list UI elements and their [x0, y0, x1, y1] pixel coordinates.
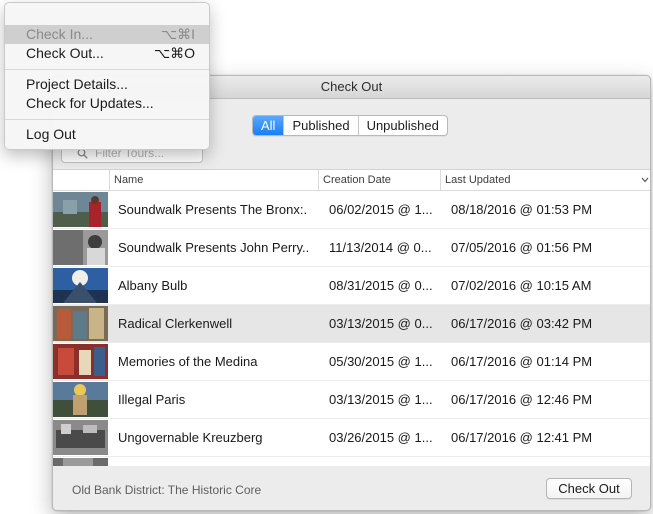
- menu-item-project-details[interactable]: Project Details...: [5, 75, 209, 94]
- menu-separator: [5, 119, 209, 120]
- publish-filter-control: All Published Unpublished: [252, 115, 448, 136]
- table-row[interactable]: Illegal Paris 03/13/2015 @ 1... 06/17/20…: [53, 381, 650, 419]
- column-header-name[interactable]: Name: [109, 170, 322, 190]
- table-row[interactable]: Ungovernable Kreuzberg 03/26/2015 @ 1...…: [53, 419, 650, 457]
- tour-thumbnail: [53, 420, 108, 455]
- tour-thumbnail: [53, 382, 108, 417]
- tour-creation-date: 06/02/2015 @ 1...: [329, 202, 433, 217]
- menu-item-check-in[interactable]: Check In... ⌥⌘I: [5, 25, 209, 44]
- table-row[interactable]: Albany Bulb 08/31/2015 @ 0... 07/02/2016…: [53, 267, 650, 305]
- tour-last-updated: 07/05/2016 @ 01:56 PM: [451, 240, 593, 255]
- column-header-last-updated[interactable]: Last Updated: [440, 170, 650, 190]
- bottom-bar: Old Bank District: The Historic Core Che…: [53, 466, 650, 510]
- menu-item-check-for-updates[interactable]: Check for Updates...: [5, 94, 209, 113]
- tour-creation-date: 11/13/2014 @ 0...: [329, 240, 432, 255]
- tour-creation-date: 03/13/2015 @ 0...: [329, 316, 433, 331]
- column-header-last-updated-label: Last Updated: [445, 174, 511, 186]
- tour-thumbnail: [53, 306, 108, 341]
- table-row[interactable]: Soundwalk Presents John Perry... 11/13/2…: [53, 229, 650, 267]
- tours-table: Name Creation Date Last Updated Soundwal…: [53, 169, 650, 467]
- tour-name: Soundwalk Presents John Perry...: [118, 240, 308, 255]
- tour-name: Radical Clerkenwell: [118, 316, 233, 331]
- tour-name: Albany Bulb: [118, 278, 188, 293]
- tour-last-updated: 06/17/2016 @ 01:14 PM: [451, 354, 593, 369]
- menu-item-label: Check In...: [26, 26, 93, 42]
- tour-thumbnail: [53, 192, 108, 227]
- tab-published[interactable]: Published: [283, 116, 357, 135]
- tab-unpublished[interactable]: Unpublished: [357, 116, 447, 135]
- chevron-down-icon: [641, 177, 649, 183]
- selected-tour-status: Old Bank District: The Historic Core: [72, 483, 262, 497]
- tab-all[interactable]: All: [253, 116, 284, 135]
- tour-name: Illegal Paris: [118, 392, 186, 407]
- menu-item-label: Check for Updates...: [26, 95, 154, 111]
- tour-name: Ungovernable Kreuzberg: [118, 430, 263, 445]
- menu-item-check-out[interactable]: Check Out... ⌥⌘O: [5, 44, 209, 63]
- table-row[interactable]: Soundwalk Presents The Bronx:... 06/02/2…: [53, 191, 650, 229]
- column-header-creation-date[interactable]: Creation Date: [318, 170, 444, 190]
- tour-last-updated: 08/18/2016 @ 01:53 PM: [451, 202, 593, 217]
- check-out-button[interactable]: Check Out: [546, 478, 632, 499]
- tour-thumbnail: [53, 230, 108, 265]
- tour-name: Memories of the Medina: [118, 354, 258, 369]
- menu-item-shortcut: ⌥⌘I: [160, 26, 195, 42]
- tour-thumbnail: [53, 344, 108, 379]
- menu-item-label: Log Out: [26, 126, 76, 142]
- menu-item-log-out[interactable]: Log Out: [5, 125, 209, 144]
- tour-thumbnail: [53, 268, 108, 303]
- account-menu: Check In... ⌥⌘I Check Out... ⌥⌘O Project…: [4, 2, 210, 150]
- table-header: Name Creation Date Last Updated: [53, 170, 650, 191]
- tour-last-updated: 07/02/2016 @ 10:15 AM: [451, 278, 592, 293]
- menu-item-label: Check Out...: [26, 45, 104, 61]
- table-row[interactable]: Memories of the Medina 05/30/2015 @ 1...…: [53, 343, 650, 381]
- menu-separator: [5, 69, 209, 70]
- tour-creation-date: 05/30/2015 @ 1...: [329, 354, 433, 369]
- tour-name: Soundwalk Presents The Bronx:...: [118, 202, 308, 217]
- tour-creation-date: 03/13/2015 @ 1...: [329, 392, 433, 407]
- tour-creation-date: 03/26/2015 @ 1...: [329, 430, 433, 445]
- tour-last-updated: 06/17/2016 @ 12:41 PM: [451, 430, 593, 445]
- menu-item-label: Project Details...: [26, 76, 128, 92]
- tour-last-updated: 06/17/2016 @ 12:46 PM: [451, 392, 593, 407]
- tour-creation-date: 08/31/2015 @ 0...: [329, 278, 433, 293]
- table-row[interactable]: Radical Clerkenwell 03/13/2015 @ 0... 06…: [53, 305, 650, 343]
- tour-last-updated: 06/17/2016 @ 03:42 PM: [451, 316, 593, 331]
- menu-item-shortcut: ⌥⌘O: [153, 45, 195, 61]
